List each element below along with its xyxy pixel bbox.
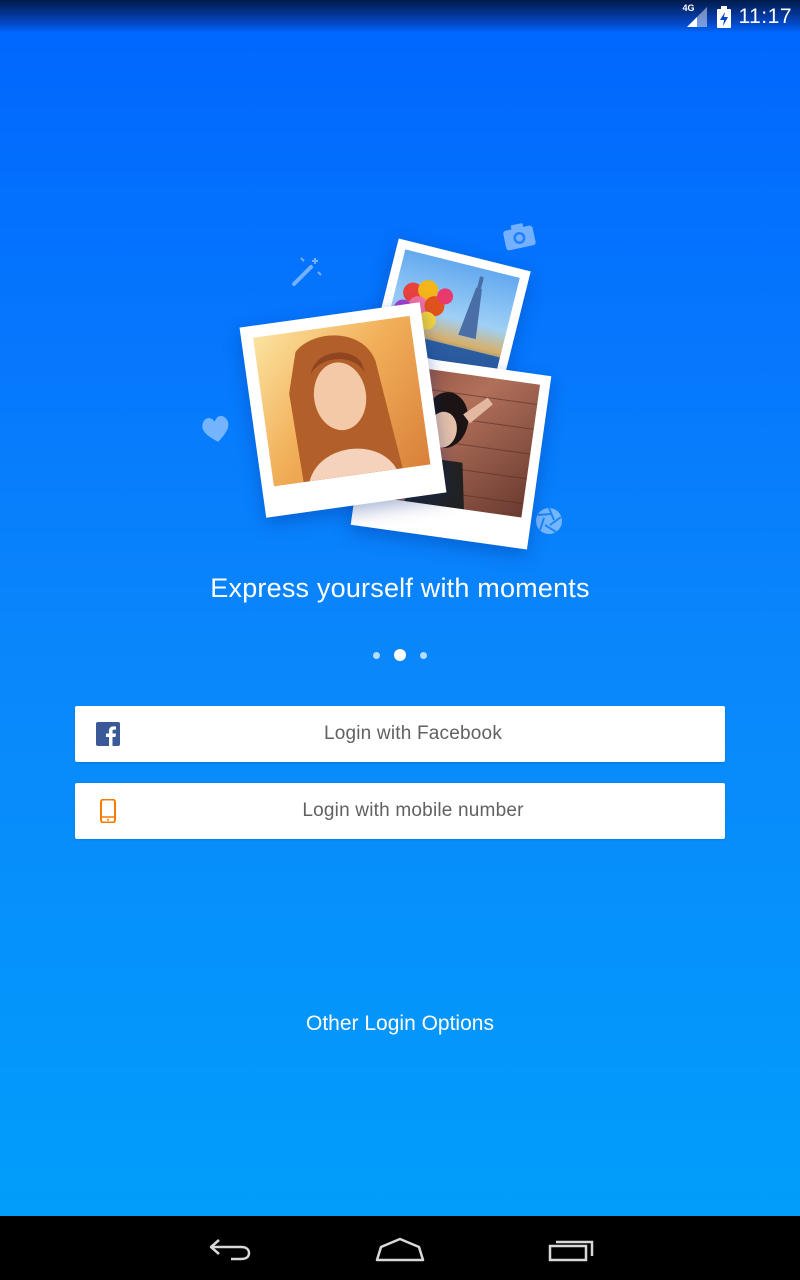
- clock: 11:17: [738, 5, 792, 28]
- system-navigation-bar: [0, 1216, 800, 1280]
- battery-charging-icon: [716, 6, 731, 28]
- photo-blonde: [239, 302, 447, 518]
- login-mobile-label: Login with mobile number: [302, 800, 524, 821]
- other-login-options-link[interactable]: Other Login Options: [0, 1012, 800, 1036]
- home-button[interactable]: [370, 1232, 430, 1266]
- page-dot-3[interactable]: [420, 651, 427, 659]
- login-facebook-label: Login with Facebook: [323, 723, 503, 744]
- page-indicator: [0, 649, 800, 661]
- recent-apps-icon: [548, 1240, 594, 1262]
- login-mobile-button[interactable]: Login with mobile number: [75, 783, 725, 839]
- heart-icon: [202, 415, 229, 442]
- login-screen: 4G 11:17 Express yourself with moments L…: [0, 0, 800, 1280]
- camera-icon: [503, 223, 536, 251]
- login-facebook-button[interactable]: Login with Facebook: [75, 706, 725, 762]
- back-button[interactable]: [200, 1232, 260, 1266]
- recent-apps-button[interactable]: [541, 1232, 601, 1266]
- aperture-icon: [536, 507, 562, 534]
- page-dot-2-active[interactable]: [394, 649, 406, 661]
- status-bar: 4G 11:17: [0, 0, 800, 33]
- signal-icon: 4G: [682, 3, 709, 28]
- magic-wand-icon: [292, 257, 322, 286]
- home-icon: [375, 1237, 425, 1262]
- network-type-label: 4G: [682, 3, 695, 13]
- moments-illustration: [195, 215, 575, 565]
- back-icon: [209, 1239, 251, 1261]
- page-dot-1[interactable]: [373, 651, 380, 659]
- onboarding-tagline: Express yourself with moments: [210, 573, 590, 603]
- status-icons: 4G 11:17: [682, 3, 793, 30]
